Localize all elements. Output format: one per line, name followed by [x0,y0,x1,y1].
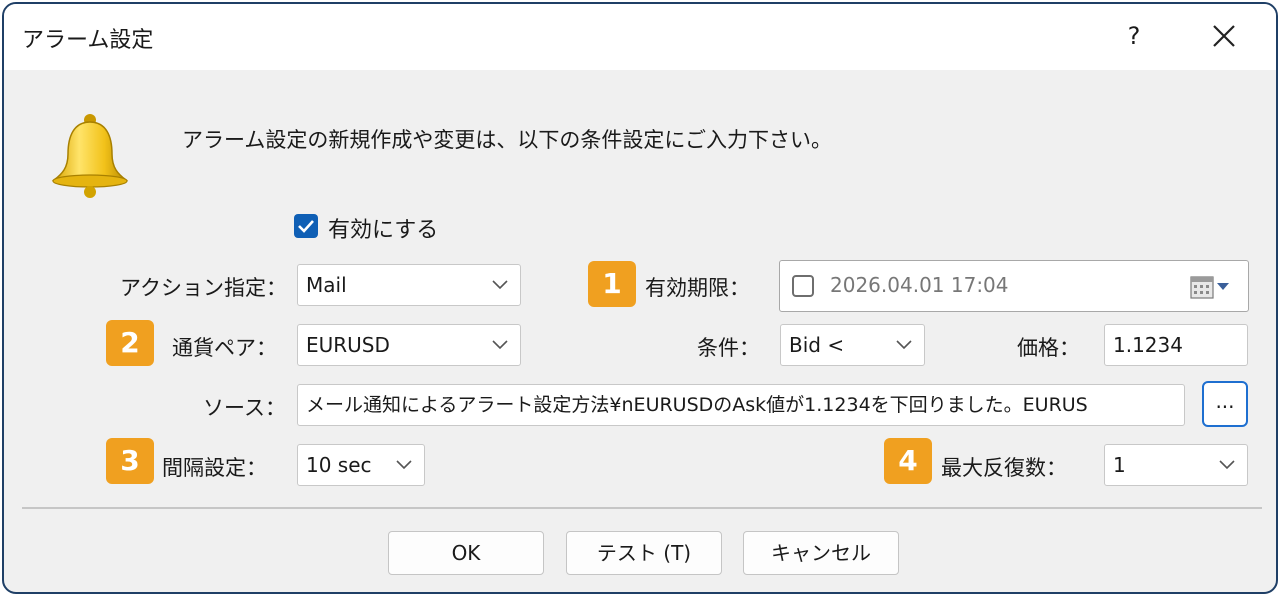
close-icon [1213,25,1235,47]
test-button[interactable]: テスト (T) [566,531,722,575]
badge-4: 4 [884,438,932,484]
badge-1: 1 [588,261,636,307]
divider [22,507,1262,509]
cancel-button[interactable]: キャンセル [743,531,899,575]
expiry-datetime-picker[interactable]: 2026.04.01 17:04 [779,260,1249,312]
window-title: アラーム設定 [22,28,154,53]
chevron-down-icon [492,280,508,290]
dropdown-arrow-icon[interactable] [1216,282,1230,292]
interval-label: 間隔設定： [162,456,267,480]
enable-label: 有効にする [328,218,439,243]
source-value: メール通知によるアラート設定方法¥nEURUSDのAsk値が1.1234を下回り… [306,394,1088,416]
badge-2: 2 [106,320,154,366]
badge-3: 3 [106,438,154,484]
source-input[interactable]: メール通知によるアラート設定方法¥nEURUSDのAsk値が1.1234を下回り… [297,384,1185,426]
chevron-down-icon [396,460,412,470]
expiry-checkbox[interactable] [792,275,814,297]
condition-value: Bid < [789,333,845,357]
repeat-select[interactable]: 1 [1104,444,1248,486]
condition-select[interactable]: Bid < [780,324,925,366]
pair-select[interactable]: EURUSD [297,324,521,366]
source-label: ソース： [203,396,286,420]
chevron-down-icon [492,340,508,350]
price-label: 価格： [1017,336,1080,360]
expiry-value: 2026.04.01 17:04 [830,273,1009,297]
price-input[interactable]: 1.1234 [1104,324,1248,366]
action-value: Mail [306,273,347,297]
repeat-value: 1 [1113,453,1126,477]
bell-icon [51,114,129,198]
pair-label: 通貨ペア： [172,336,277,360]
chevron-down-icon [1219,460,1235,470]
help-button[interactable]: ? [1114,16,1154,56]
alarm-settings-dialog: アラーム設定 ? アラーム設定の新規作成や変更は、以下の条件設定にご入力下さい。 [2,2,1278,594]
calendar-icon[interactable] [1190,275,1214,299]
condition-label: 条件： [697,336,760,360]
title-bar: アラーム設定 ? [4,4,1276,70]
expiry-label: 有効期限： [645,276,750,300]
pair-value: EURUSD [306,333,390,357]
chevron-down-icon [896,340,912,350]
browse-button[interactable]: ... [1202,381,1248,427]
enable-checkbox[interactable] [294,214,318,238]
price-value: 1.1234 [1113,333,1183,357]
action-label: アクション指定： [120,276,287,300]
repeat-label: 最大反復数： [941,456,1067,480]
interval-value: 10 sec [306,453,372,477]
intro-text: アラーム設定の新規作成や変更は、以下の条件設定にご入力下さい。 [182,128,832,152]
check-icon [298,220,314,233]
interval-select[interactable]: 10 sec [297,444,425,486]
action-select[interactable]: Mail [297,264,521,306]
ok-button[interactable]: OK [388,531,544,575]
close-button[interactable] [1202,16,1246,56]
